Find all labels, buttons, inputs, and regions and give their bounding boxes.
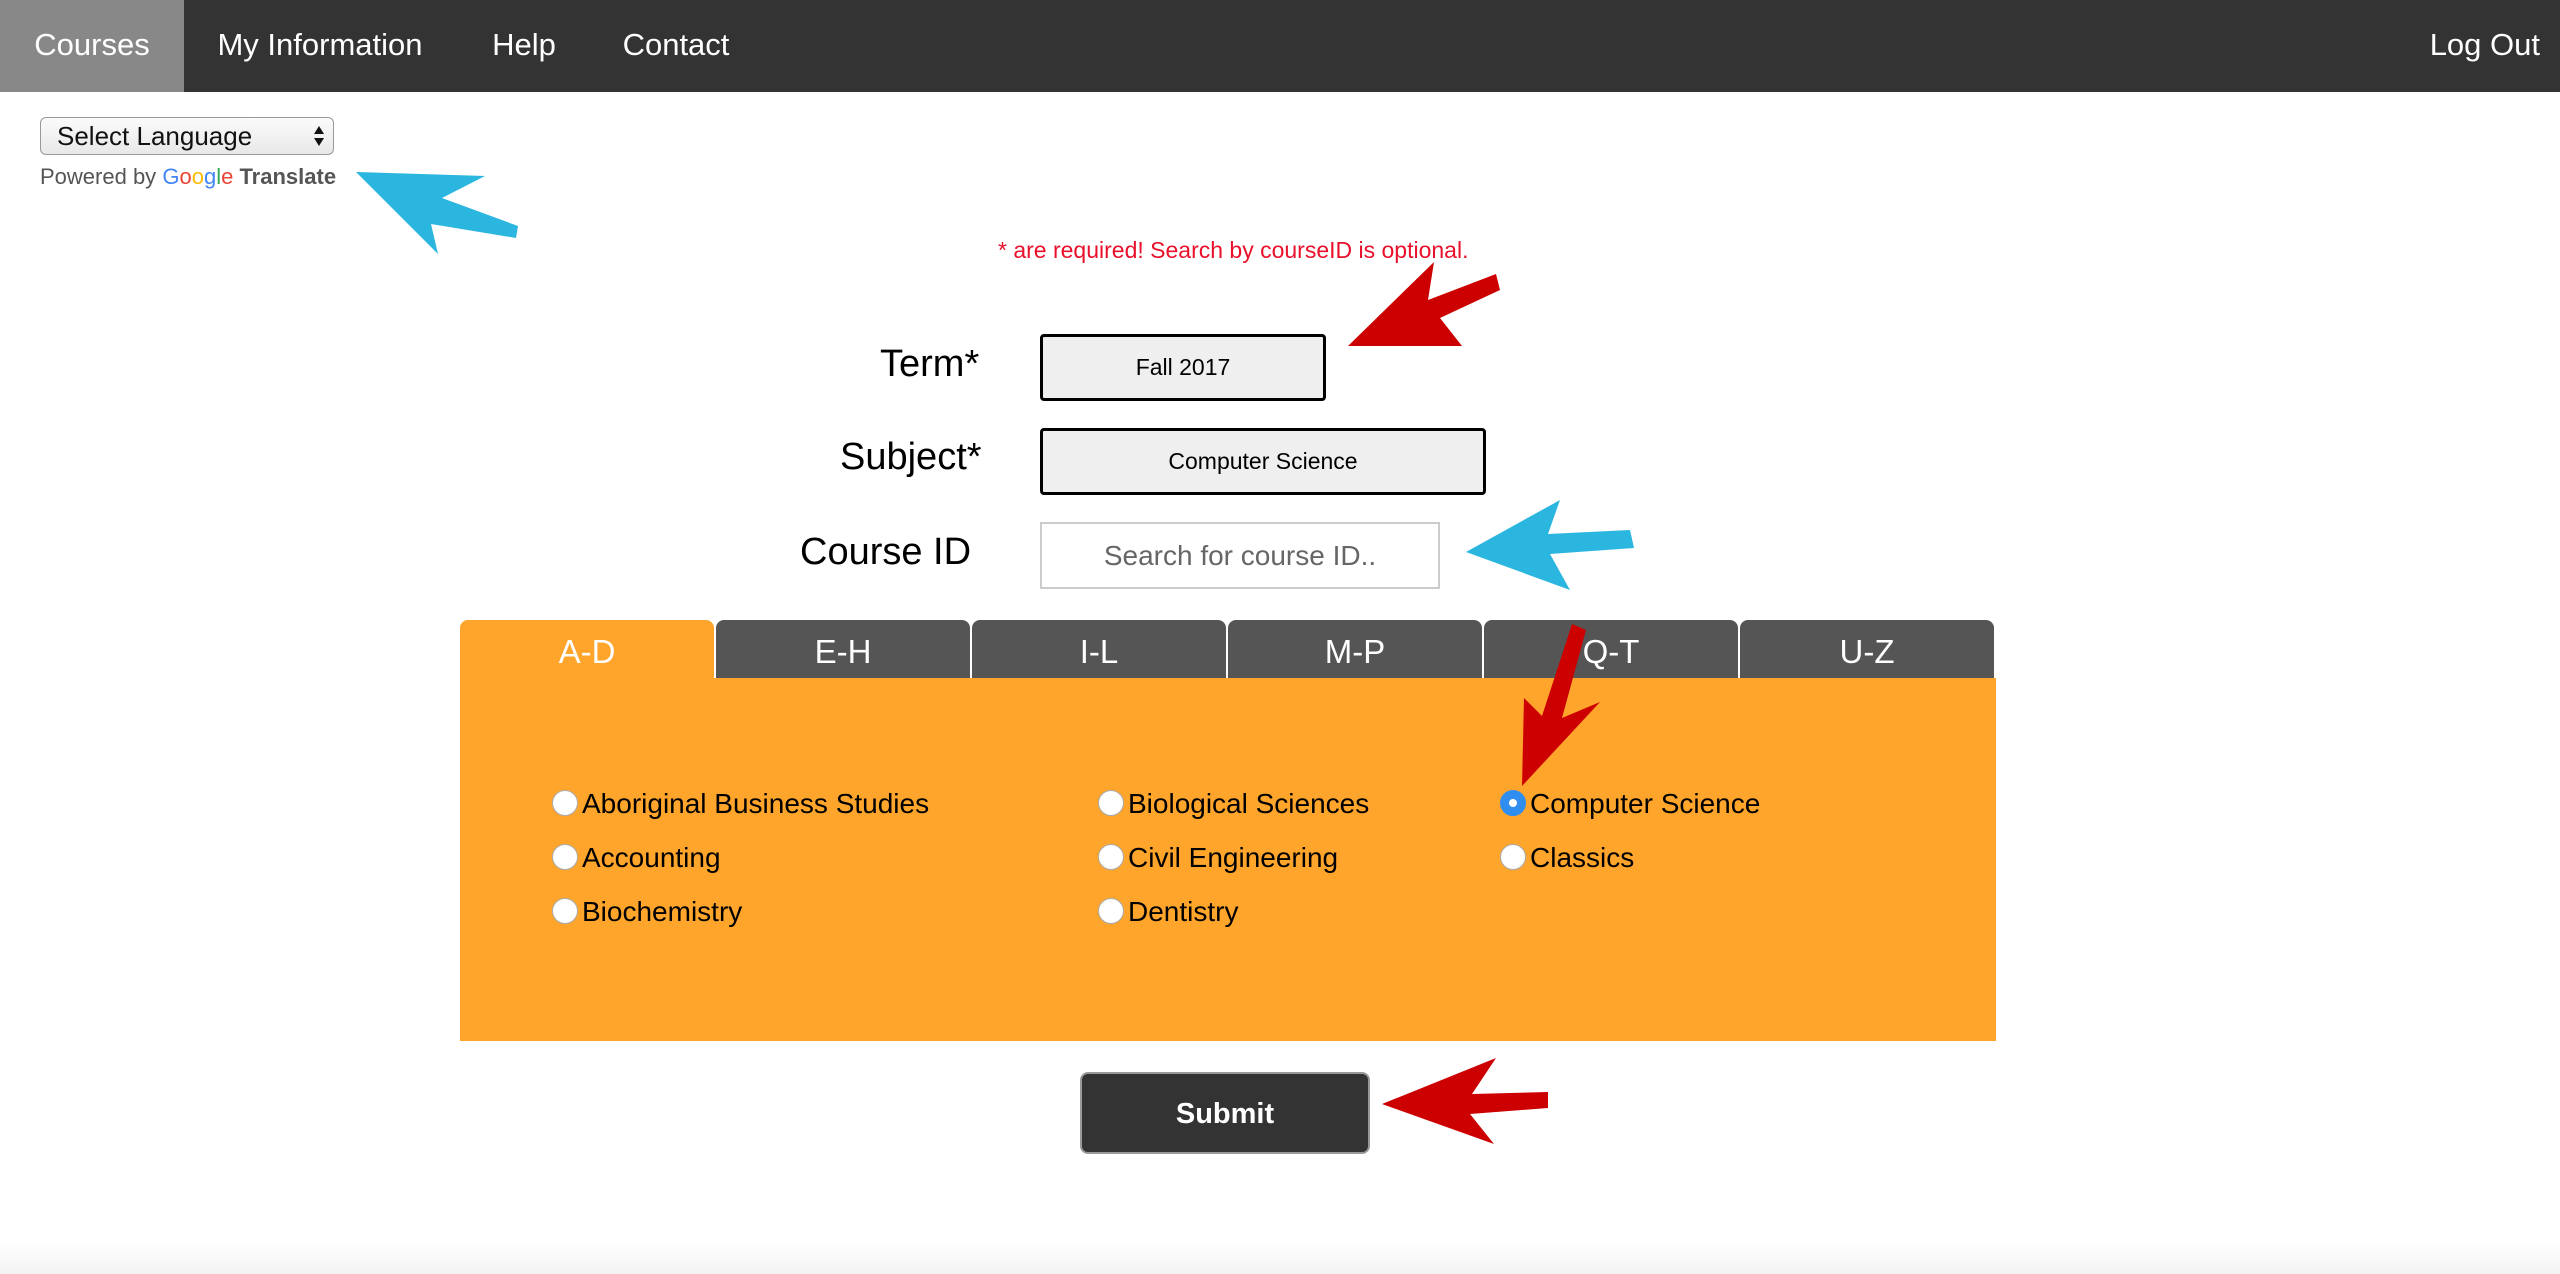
annotation-arrow-blue-translate-icon xyxy=(356,172,518,254)
subject-option-label: Aboriginal Business Studies xyxy=(582,788,930,819)
required-fields-note: * are required! Search by courseID is op… xyxy=(998,237,1469,263)
subject-option-label: Classics xyxy=(1530,842,1635,873)
google-logo-letter: o xyxy=(179,164,192,189)
radio-button[interactable] xyxy=(552,790,578,816)
nav-help[interactable]: Help xyxy=(474,0,574,92)
google-logo-letter: e xyxy=(221,164,234,189)
google-logo-letter: G xyxy=(162,164,180,189)
annotation-arrow-red-submit-icon xyxy=(1382,1058,1548,1144)
course-id-search-input[interactable] xyxy=(1040,522,1440,589)
course-id-label: Course ID xyxy=(800,531,972,573)
tab-panel-a-d: Aboriginal Business Studies Accounting B… xyxy=(460,678,1996,1041)
annotation-arrow-red-term-icon xyxy=(1348,262,1500,346)
google-logo-letter: o xyxy=(191,164,204,189)
annotation-arrow-blue-courseid-icon xyxy=(1466,500,1634,590)
google-logo: Google xyxy=(162,164,239,189)
powered-by-text: Powered by xyxy=(40,164,157,189)
radio-button[interactable] xyxy=(1098,844,1124,870)
nav-courses[interactable]: Courses xyxy=(0,0,184,92)
radio-button[interactable] xyxy=(1098,790,1124,816)
google-logo-letter: g xyxy=(203,164,217,189)
page: Courses My Information Help Contact Log … xyxy=(0,0,2560,1274)
radio-button[interactable] xyxy=(1500,844,1526,870)
subject-letter-tabs: A-D E-H I-L M-P Q-T U-Z xyxy=(460,620,1996,680)
subject-option-label: Civil Engineering xyxy=(1128,842,1339,873)
tab-m-p[interactable]: M-P xyxy=(1228,620,1482,680)
subject-option-label: Computer Science xyxy=(1530,788,1761,819)
radio-button[interactable] xyxy=(1098,898,1124,924)
tab-e-h[interactable]: E-H xyxy=(716,620,970,680)
tab-a-d[interactable]: A-D xyxy=(460,620,714,680)
subject-label: Subject* xyxy=(840,436,982,478)
page-footer-fade xyxy=(0,1240,2560,1274)
term-label: Term* xyxy=(880,343,980,385)
top-navbar: Courses My Information Help Contact Log … xyxy=(0,0,2560,92)
subject-option-label: Biochemistry xyxy=(582,896,743,927)
subject-option-label: Dentistry xyxy=(1128,896,1239,927)
powered-by-google-translate: Powered by Google Translate xyxy=(40,164,336,190)
radio-button[interactable] xyxy=(552,844,578,870)
radio-button-checked[interactable] xyxy=(1500,790,1526,816)
subject-option-label: Biological Sciences xyxy=(1128,788,1370,819)
term-field[interactable]: Fall 2017 xyxy=(1040,334,1326,401)
language-select-label: Select Language xyxy=(57,121,253,151)
logout-link[interactable]: Log Out xyxy=(2400,0,2540,92)
select-arrows-icon xyxy=(314,126,324,146)
tab-q-t[interactable]: Q-T xyxy=(1484,620,1738,680)
radio-button[interactable] xyxy=(552,898,578,924)
tab-i-l[interactable]: I-L xyxy=(972,620,1226,680)
tab-u-z[interactable]: U-Z xyxy=(1740,620,1994,680)
subject-option-label: Accounting xyxy=(582,842,721,873)
nav-my-information[interactable]: My Information xyxy=(196,0,444,92)
translate-link[interactable]: Translate xyxy=(239,164,336,189)
language-select[interactable]: Select Language xyxy=(40,117,334,155)
nav-contact[interactable]: Contact xyxy=(604,0,748,92)
submit-button[interactable]: Submit xyxy=(1080,1072,1370,1154)
subject-field[interactable]: Computer Science xyxy=(1040,428,1486,495)
